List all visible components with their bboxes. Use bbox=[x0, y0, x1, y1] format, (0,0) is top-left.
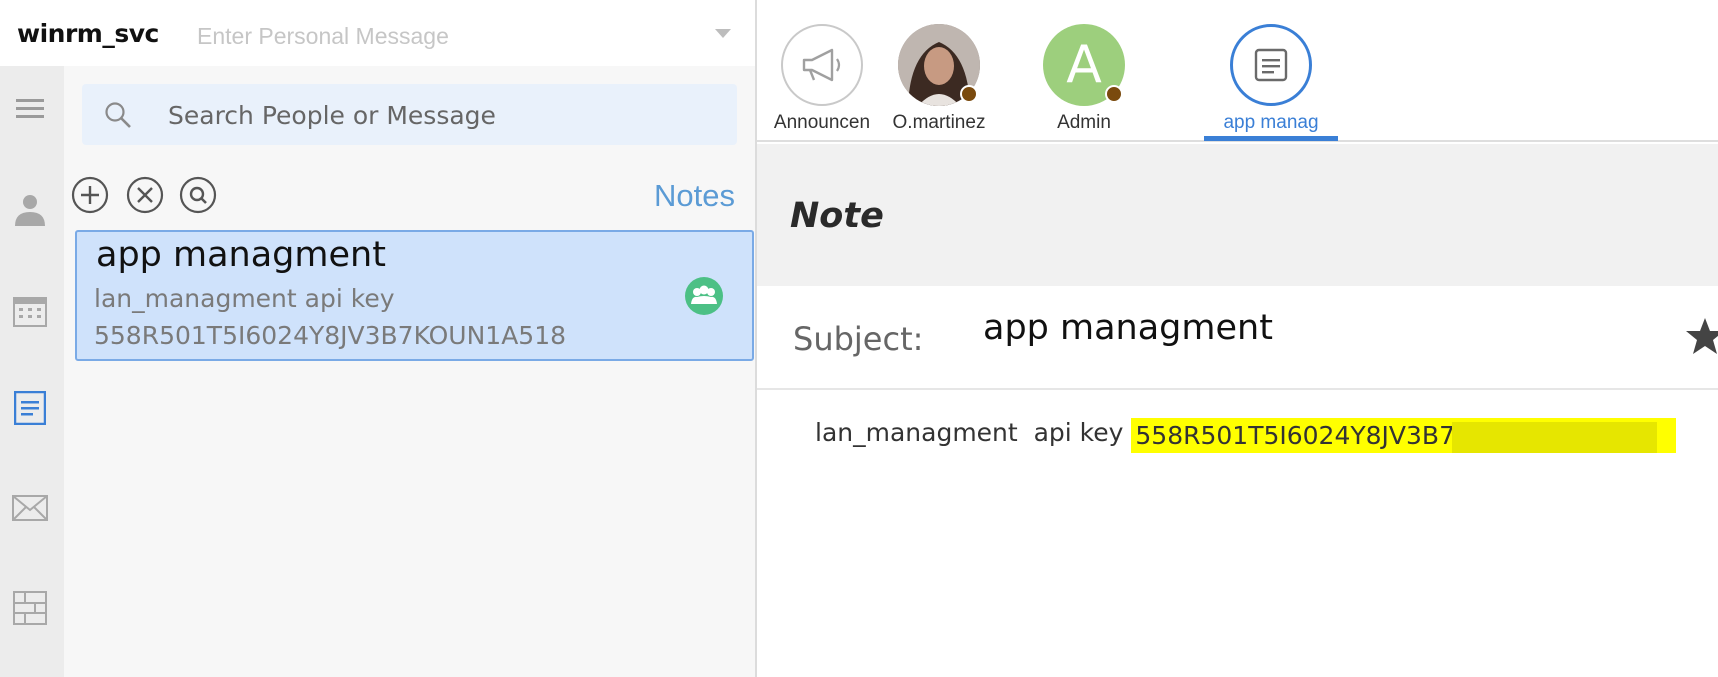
calendar-icon[interactable] bbox=[10, 290, 50, 330]
user-header: winrm_svc Enter Personal Message bbox=[0, 0, 755, 66]
tab-label: O.martinez bbox=[892, 112, 986, 133]
note-header: Note bbox=[757, 144, 1718, 286]
contacts-icon[interactable] bbox=[10, 190, 50, 230]
tab-label: app manag bbox=[1223, 112, 1319, 133]
notes-icon[interactable] bbox=[10, 388, 50, 428]
left-panel: winrm_svc Enter Personal Message Search … bbox=[0, 0, 755, 677]
mail-icon[interactable] bbox=[10, 488, 50, 528]
note-body[interactable]: lan_managment api key 558R501T5I6024Y8JV… bbox=[815, 418, 1677, 453]
subject-label: Subject: bbox=[793, 320, 924, 358]
nav-rail bbox=[0, 66, 64, 677]
tab-announcements[interactable]: Announcen bbox=[757, 0, 887, 142]
note-icon bbox=[1230, 24, 1312, 106]
note-preview-line: lan_managment api key bbox=[94, 284, 395, 313]
subject-row: Subject: app managment bbox=[757, 286, 1718, 390]
personal-message-field[interactable]: Enter Personal Message bbox=[197, 23, 449, 50]
active-tab-indicator bbox=[1204, 136, 1338, 141]
tab-admin[interactable]: A Admin bbox=[1019, 0, 1149, 142]
notes-label[interactable]: Notes bbox=[654, 178, 735, 214]
megaphone-icon bbox=[781, 24, 863, 106]
presence-away-icon bbox=[960, 85, 978, 103]
username: winrm_svc bbox=[17, 19, 159, 48]
tab-label: Admin bbox=[1057, 112, 1111, 133]
tab-label: Announcen bbox=[773, 112, 871, 133]
search-box[interactable]: Search People or Message bbox=[82, 84, 737, 145]
note-body-text: lan_managment api key bbox=[815, 418, 1132, 447]
subject-field[interactable]: app managment bbox=[983, 308, 1273, 348]
group-icon bbox=[684, 276, 724, 316]
tab-app-managment[interactable]: app manag bbox=[1206, 0, 1336, 142]
search-notes-button[interactable] bbox=[179, 176, 217, 214]
presence-away-icon bbox=[1105, 85, 1123, 103]
add-icon bbox=[71, 176, 109, 214]
right-panel: Announcen O.martinez A Admin app manag N… bbox=[757, 0, 1718, 677]
redaction-mark bbox=[1452, 422, 1658, 453]
highlighted-api-key: 558R501T5I6024Y8JV3B7KOUN1A518D5 bbox=[1131, 418, 1677, 453]
search-icon bbox=[104, 101, 132, 134]
conversation-tabs: Announcen O.martinez A Admin app manag bbox=[757, 0, 1718, 142]
menu-icon[interactable] bbox=[10, 89, 50, 129]
page-title: Note bbox=[790, 196, 884, 236]
add-note-button[interactable] bbox=[71, 176, 109, 214]
tab-o-martinez[interactable]: O.martinez bbox=[874, 0, 1004, 142]
list-item[interactable]: app managment lan_managment api key 558R… bbox=[75, 230, 754, 361]
note-preview-line: 558R501T5I6024Y8JV3B7KOUN1A518 bbox=[94, 321, 567, 350]
delete-icon bbox=[126, 176, 164, 214]
avatar-letter: A bbox=[1066, 35, 1102, 95]
board-icon[interactable] bbox=[10, 588, 50, 628]
search-icon bbox=[179, 176, 217, 214]
status-dropdown-icon[interactable] bbox=[715, 29, 731, 38]
search-input[interactable]: Search People or Message bbox=[168, 101, 496, 130]
star-icon[interactable] bbox=[1685, 316, 1718, 361]
delete-note-button[interactable] bbox=[126, 176, 164, 214]
note-title: app managment bbox=[96, 235, 386, 275]
